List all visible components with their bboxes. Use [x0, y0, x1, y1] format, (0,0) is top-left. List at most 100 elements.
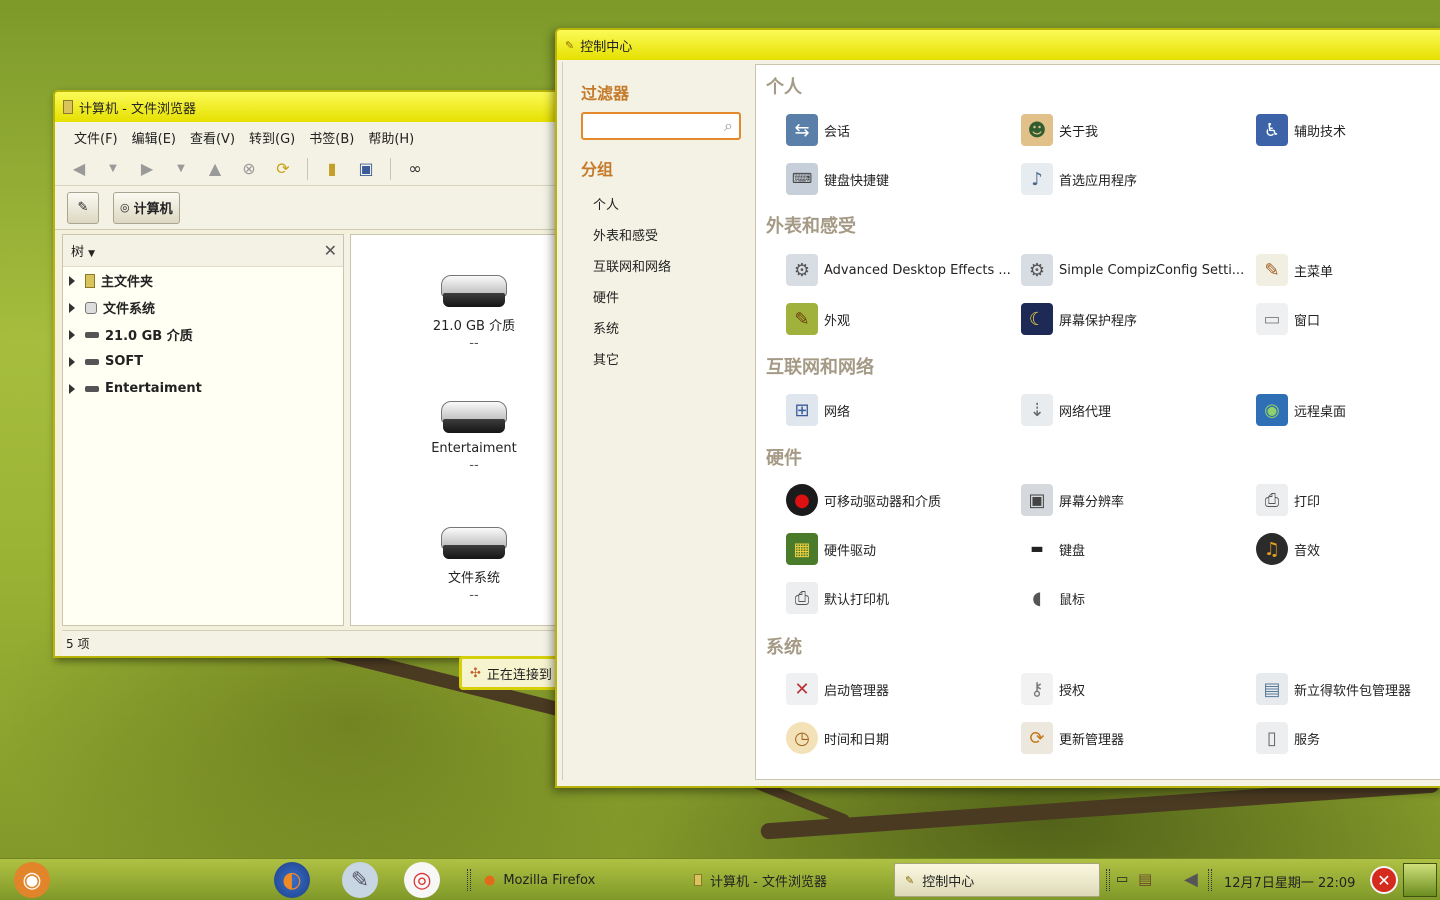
help-lifebuoy-icon[interactable]: ◎ [404, 862, 440, 898]
sidebar-mode-select[interactable]: 树 ▼ [71, 241, 95, 260]
network-manager-icon[interactable]: ▤ [1138, 870, 1152, 888]
panel-grip[interactable] [467, 869, 471, 891]
edit-location-button[interactable]: ✎ [67, 191, 99, 224]
group-item-hardware[interactable]: 硬件 [593, 287, 619, 306]
expander-icon[interactable] [69, 329, 75, 340]
task-firefox[interactable]: ● Mozilla Firefox [474, 863, 674, 897]
item-authorization[interactable]: ⚷ 授权 [1021, 672, 1085, 706]
tree-item-media[interactable]: 21.0 GB 介质 [63, 321, 343, 348]
home-folder-icon[interactable]: ▮ [322, 159, 342, 179]
system-tools-icon[interactable]: ✎ [342, 862, 378, 898]
wrench-icon: ✕ [786, 673, 818, 705]
item-appearance[interactable]: ✎ 外观 [786, 302, 850, 336]
back-arrow-icon[interactable]: ◀ [69, 159, 89, 179]
item-advanced-desktop-effects[interactable]: ⚙ Advanced Desktop Effects ... [786, 253, 1011, 287]
server-icon: ▯ [1256, 722, 1288, 754]
item-network[interactable]: ⊞ 网络 [786, 393, 850, 427]
status-text: 5 项 [66, 637, 90, 651]
item-mouse[interactable]: ◖ 鼠标 [1021, 581, 1085, 615]
hardware-driver-icon: ▦ [786, 533, 818, 565]
show-desktop-icon[interactable] [1403, 863, 1437, 897]
panel-grip[interactable] [1106, 869, 1110, 891]
package-manager-icon: ▤ [1256, 673, 1288, 705]
file-browser-titlebar[interactable]: 计算机 - 文件浏览器 [55, 92, 561, 122]
menu-view[interactable]: 查看(V) [183, 126, 242, 149]
item-windows[interactable]: ▭ 窗口 [1256, 302, 1320, 336]
expander-icon[interactable] [69, 383, 75, 394]
task-control-center[interactable]: ✎ 控制中心 [894, 863, 1100, 897]
expander-icon[interactable] [69, 356, 75, 367]
tree-item-filesystem[interactable]: 文件系统 [63, 294, 343, 321]
control-center-titlebar[interactable]: ✎ 控制中心 [557, 30, 1440, 60]
network-icon: ⊞ [786, 394, 818, 426]
firefox-icon[interactable]: ◐ [274, 862, 310, 898]
clock[interactable]: 12月7日星期一 22:09 [1224, 872, 1355, 891]
item-about-me[interactable]: ☻ 关于我 [1021, 113, 1098, 147]
group-item-personal[interactable]: 个人 [593, 194, 619, 213]
expander-icon[interactable] [69, 302, 75, 313]
panel-grip[interactable] [1208, 869, 1212, 891]
drive-item[interactable]: 文件系统 -- [419, 527, 529, 603]
item-hardware-drivers[interactable]: ▦ 硬件驱动 [786, 532, 876, 566]
connecting-notification[interactable]: ✣ 正在连接到 [459, 656, 569, 690]
item-update-manager[interactable]: ⟳ 更新管理器 [1021, 721, 1124, 755]
item-startup-manager[interactable]: ✕ 启动管理器 [786, 672, 889, 706]
item-simple-compizconfig[interactable]: ⚙ Simple CompizConfig Setti... [1021, 253, 1244, 287]
group-item-system[interactable]: 系统 [593, 318, 619, 337]
volume-icon[interactable]: ◀ [1184, 869, 1198, 890]
item-sound[interactable]: ♫ 音效 [1256, 532, 1320, 566]
item-screensaver[interactable]: ☾ 屏幕保护程序 [1021, 302, 1137, 336]
group-item-other[interactable]: 其它 [593, 349, 619, 368]
control-center-window: ✎ 控制中心 过滤器 ⌕ 分组 个人 外表和感受 互联网和网络 硬件 系统 其它… [555, 28, 1440, 788]
item-printing[interactable]: ⎙ 打印 [1256, 483, 1320, 517]
tree-item-home[interactable]: 主文件夹 [63, 267, 343, 294]
removable-media-icon: ● [786, 484, 818, 516]
computer-icon[interactable]: ▣ [356, 159, 376, 179]
drive-item[interactable]: Entertaiment -- [419, 401, 529, 473]
menu-help[interactable]: 帮助(H) [361, 126, 421, 149]
location-computer-button[interactable]: ◎ 计算机 [113, 191, 180, 224]
item-default-printer[interactable]: ⎙ 默认打印机 [786, 581, 889, 615]
reload-icon[interactable]: ⟳ [273, 159, 293, 179]
item-main-menu[interactable]: ✎ 主菜单 [1256, 253, 1333, 287]
item-removable-drives[interactable]: ● 可移动驱动器和介质 [786, 483, 941, 517]
ubuntu-menu-icon[interactable]: ◉ [14, 862, 50, 898]
expander-icon[interactable] [69, 275, 75, 286]
close-icon[interactable]: ✕ [324, 241, 337, 260]
menu-bookmarks[interactable]: 书签(B) [302, 126, 361, 149]
item-remote-desktop[interactable]: ◉ 远程桌面 [1256, 393, 1346, 427]
search-input[interactable] [587, 116, 707, 136]
item-keyboard[interactable]: ▬ 键盘 [1021, 532, 1085, 566]
item-network-proxy[interactable]: ⇣ 网络代理 [1021, 393, 1111, 427]
tree-item-soft[interactable]: SOFT [63, 348, 343, 375]
chevron-down-icon[interactable]: ▼ [171, 159, 191, 179]
item-services[interactable]: ▯ 服务 [1256, 721, 1320, 755]
keyboard-indicator-icon[interactable]: ▭ [1116, 872, 1128, 887]
chevron-down-icon[interactable]: ▼ [103, 159, 123, 179]
folder-icon [85, 273, 95, 288]
forward-arrow-icon[interactable]: ▶ [137, 159, 157, 179]
item-synaptic[interactable]: ▤ 新立得软件包管理器 [1256, 672, 1411, 706]
main-menu-icon: ✎ [1256, 254, 1288, 286]
item-session[interactable]: ⇆ 会话 [786, 113, 850, 147]
location-label: 计算机 [133, 202, 173, 217]
shutdown-icon[interactable]: ✕ [1370, 866, 1398, 894]
item-accessibility[interactable]: ♿ 辅助技术 [1256, 113, 1346, 147]
item-preferred-apps[interactable]: ♪ 首选应用程序 [1021, 162, 1137, 196]
task-file-browser[interactable]: 计算机 - 文件浏览器 [684, 863, 884, 897]
item-keyboard-shortcuts[interactable]: ⌨ 键盘快捷键 [786, 162, 889, 196]
item-time-and-date[interactable]: ◷ 时间和日期 [786, 721, 889, 755]
group-item-internet[interactable]: 互联网和网络 [593, 256, 671, 275]
binoculars-icon[interactable]: ∞ [405, 159, 425, 179]
menu-file[interactable]: 文件(F) [67, 126, 125, 149]
stop-icon[interactable]: ⊗ [239, 159, 259, 179]
item-screen-resolution[interactable]: ▣ 屏幕分辨率 [1021, 483, 1124, 517]
up-arrow-icon[interactable]: ▲ [205, 159, 225, 179]
toolbar: ◀ ▼ ▶ ▼ ▲ ⊗ ⟳ ▮ ▣ ∞ [55, 152, 561, 186]
menu-edit[interactable]: 编辑(E) [125, 126, 183, 149]
tree-item-entertaiment[interactable]: Entertaiment [63, 375, 343, 402]
group-item-appearance[interactable]: 外表和感受 [593, 225, 658, 244]
search-field[interactable]: ⌕ [581, 112, 741, 140]
menu-go[interactable]: 转到(G) [242, 126, 302, 149]
drive-item[interactable]: 21.0 GB 介质 -- [419, 275, 529, 351]
